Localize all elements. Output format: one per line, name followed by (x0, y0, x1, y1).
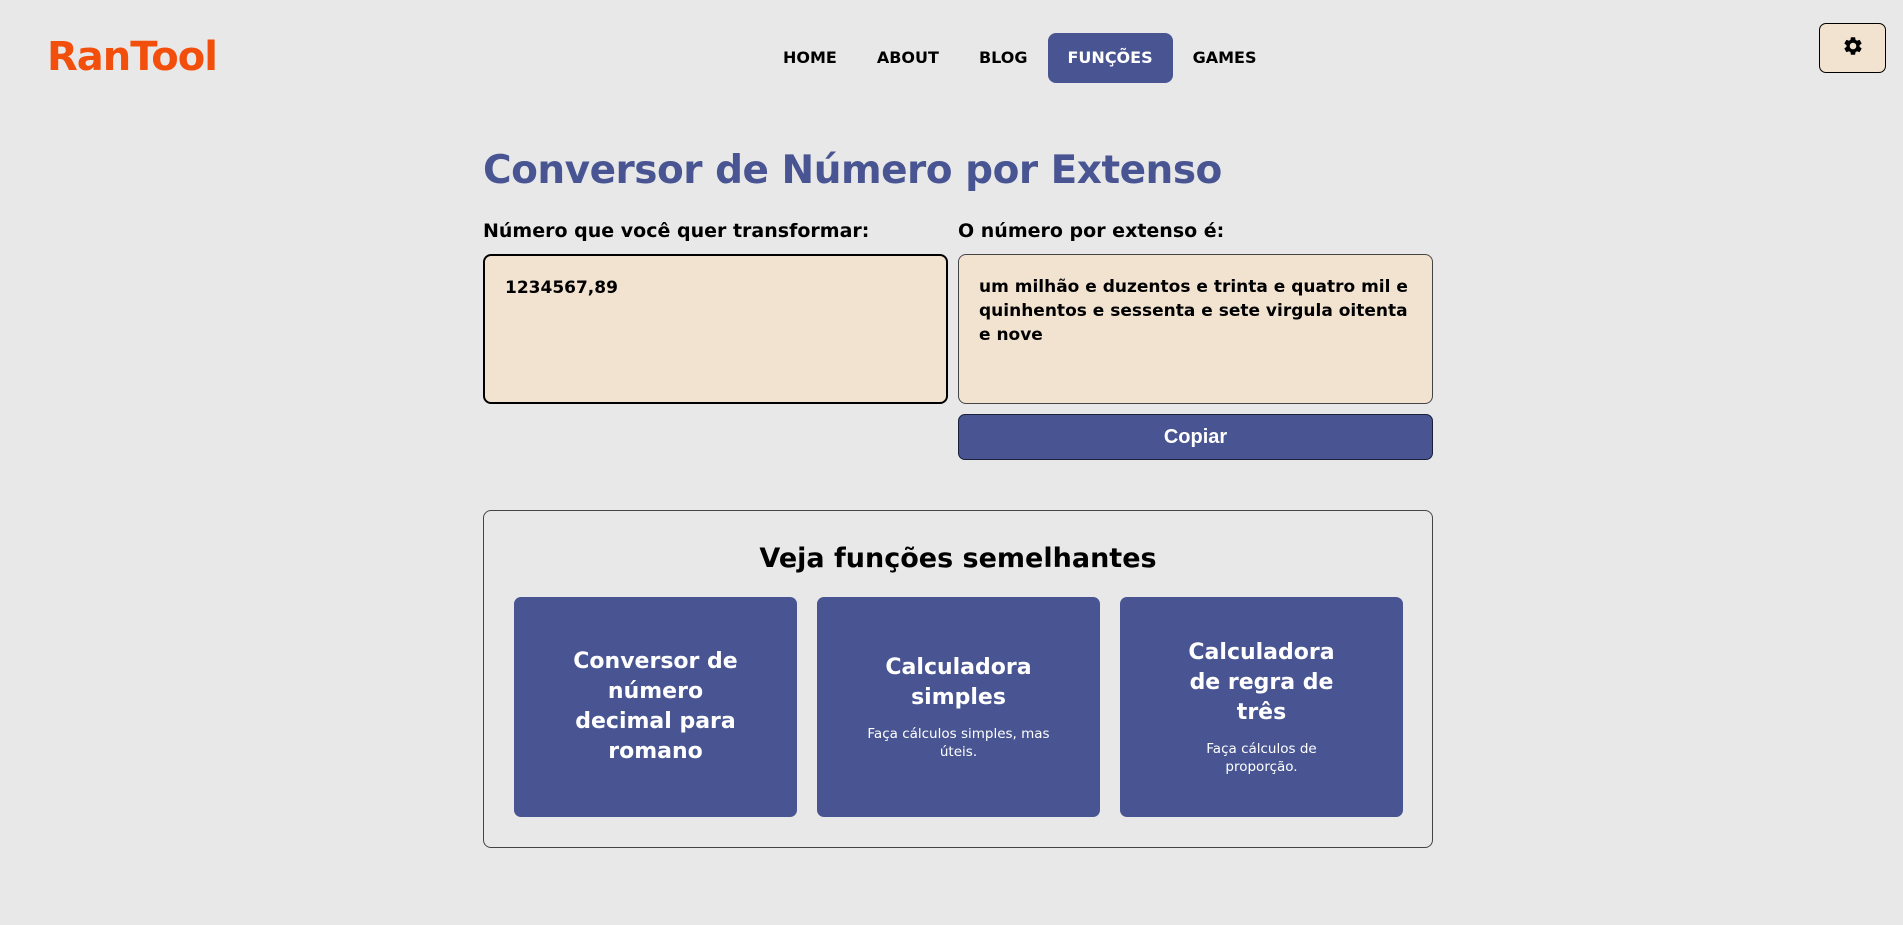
copy-button[interactable]: Copiar (958, 414, 1433, 460)
input-label: Número que você quer transformar: (483, 220, 870, 242)
card-description: Faça cálculos simples, mas úteis. (867, 726, 1050, 760)
card-title: Calculadora simples (885, 655, 1032, 710)
nav-about[interactable]: ABOUT (857, 33, 959, 83)
nav-games[interactable]: GAMES (1173, 33, 1277, 83)
card-calculadora-simples[interactable]: Calculadora simples Faça cálculos simple… (817, 597, 1100, 817)
output-label: O número por extenso é: (958, 220, 1225, 242)
logo[interactable]: RanTool (47, 34, 218, 80)
related-title: Veja funções semelhantes (759, 543, 1157, 574)
card-decimal-romano[interactable]: Conversor de número decimal para romano (514, 597, 797, 817)
card-title: Conversor de número decimal para romano (573, 649, 738, 764)
related-functions: Veja funções semelhantes Conversor de nú… (483, 510, 1433, 848)
nav-home[interactable]: HOME (763, 33, 857, 83)
extenso-output: um milhão e duzentos e trinta e quatro m… (958, 254, 1433, 404)
page-title: Conversor de Número por Extenso (483, 148, 1222, 193)
main-nav: HOME ABOUT BLOG FUNÇÕES GAMES (763, 33, 1277, 83)
card-title: Calculadora de regra de três (1188, 640, 1335, 725)
card-description: Faça cálculos de proporção. (1206, 741, 1317, 775)
gear-icon (1842, 35, 1864, 61)
nav-funcoes[interactable]: FUNÇÕES (1047, 33, 1173, 83)
nav-blog[interactable]: BLOG (959, 33, 1048, 83)
number-input[interactable]: 1234567,89 (483, 254, 948, 404)
settings-button[interactable] (1819, 23, 1886, 73)
card-regra-de-tres[interactable]: Calculadora de regra de três Faça cálcul… (1120, 597, 1403, 817)
